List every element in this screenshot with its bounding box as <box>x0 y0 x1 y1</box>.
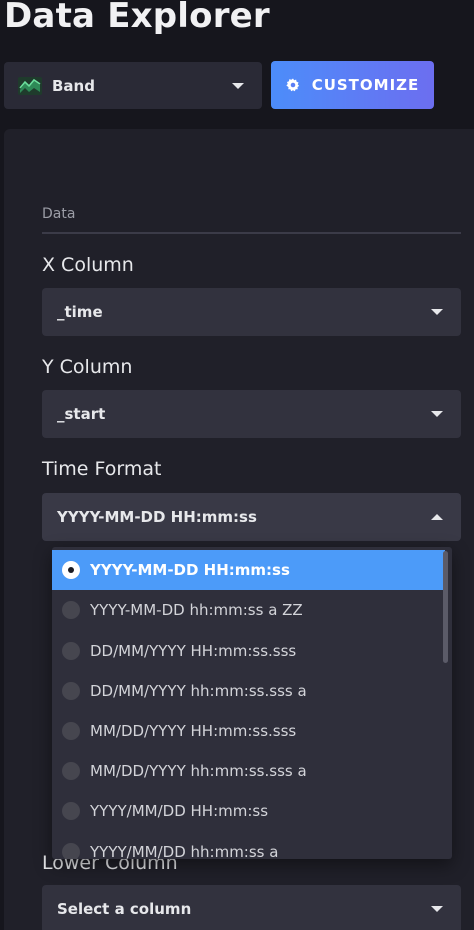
radio-icon <box>62 843 80 859</box>
time-format-option[interactable]: YYYY-MM-DD hh:mm:ss a ZZ <box>52 590 445 630</box>
time-format-option-label: YYYY/MM/DD HH:mm:ss <box>90 802 269 820</box>
time-format-option[interactable]: MM/DD/YYYY hh:mm:ss.sss a <box>52 751 445 791</box>
radio-icon <box>62 762 80 780</box>
time-format-value: YYYY-MM-DD HH:mm:ss <box>57 508 257 526</box>
time-format-option[interactable]: DD/MM/YYYY hh:mm:ss.sss a <box>52 671 445 711</box>
time-format-option-label: DD/MM/YYYY hh:mm:ss.sss a <box>90 682 307 700</box>
customize-button[interactable]: CUSTOMIZE <box>271 61 434 109</box>
radio-icon <box>62 601 80 619</box>
time-format-option-label: DD/MM/YYYY HH:mm:ss.sss <box>90 642 297 660</box>
lower-column-dropdown[interactable]: Select a column <box>42 885 461 930</box>
radio-icon <box>62 722 80 740</box>
time-format-option-label: YYYY/MM/DD hh:mm:ss a <box>90 843 279 859</box>
time-format-option[interactable]: DD/MM/YYYY HH:mm:ss.sss <box>52 631 445 671</box>
y-column-dropdown[interactable]: _start <box>42 390 461 438</box>
chevron-down-icon <box>431 906 443 912</box>
time-format-option[interactable]: YYYY/MM/DD HH:mm:ss <box>52 791 445 831</box>
time-format-option-label: YYYY-MM-DD hh:mm:ss a ZZ <box>90 601 303 619</box>
visualization-type-label: Band <box>52 76 95 95</box>
x-column-value: _time <box>57 303 103 321</box>
chevron-down-icon <box>431 309 443 315</box>
time-format-option-label: MM/DD/YYYY HH:mm:ss.sss <box>90 722 297 740</box>
time-format-option[interactable]: YYYY/MM/DD hh:mm:ss a <box>52 832 445 859</box>
radio-icon <box>62 642 80 660</box>
time-format-option-label: YYYY-MM-DD HH:mm:ss <box>90 561 290 579</box>
y-column-value: _start <box>57 405 106 423</box>
time-format-option[interactable]: YYYY-MM-DD HH:mm:ss <box>52 550 445 590</box>
x-column-dropdown[interactable]: _time <box>42 288 461 336</box>
radio-icon <box>62 682 80 700</box>
gear-icon <box>286 78 299 92</box>
band-graph-icon <box>18 76 42 95</box>
radio-icon <box>62 802 80 820</box>
time-format-option-label: MM/DD/YYYY hh:mm:ss.sss a <box>90 762 307 780</box>
chevron-down-icon <box>232 82 244 89</box>
lower-column-value: Select a column <box>57 900 192 918</box>
radio-selected-icon <box>62 561 80 579</box>
customize-label: CUSTOMIZE <box>311 76 420 94</box>
y-column-label: Y Column <box>42 356 133 378</box>
time-format-label: Time Format <box>42 458 162 480</box>
menu-scrollbar[interactable] <box>443 551 448 663</box>
time-format-menu: YYYY-MM-DD HH:mm:ss YYYY-MM-DD hh:mm:ss … <box>52 547 452 859</box>
page-title: Data Explorer <box>4 0 270 36</box>
section-header-data: Data <box>42 206 76 222</box>
data-explorer-page: Data Explorer Band CUSTOMIZE Data X Colu… <box>0 0 474 930</box>
chevron-down-icon <box>431 411 443 417</box>
x-column-label: X Column <box>42 254 134 276</box>
section-divider <box>42 232 461 234</box>
chevron-up-icon <box>431 514 443 520</box>
time-format-dropdown[interactable]: YYYY-MM-DD HH:mm:ss <box>42 493 461 541</box>
time-format-option[interactable]: MM/DD/YYYY HH:mm:ss.sss <box>52 711 445 751</box>
visualization-type-dropdown[interactable]: Band <box>4 62 262 109</box>
